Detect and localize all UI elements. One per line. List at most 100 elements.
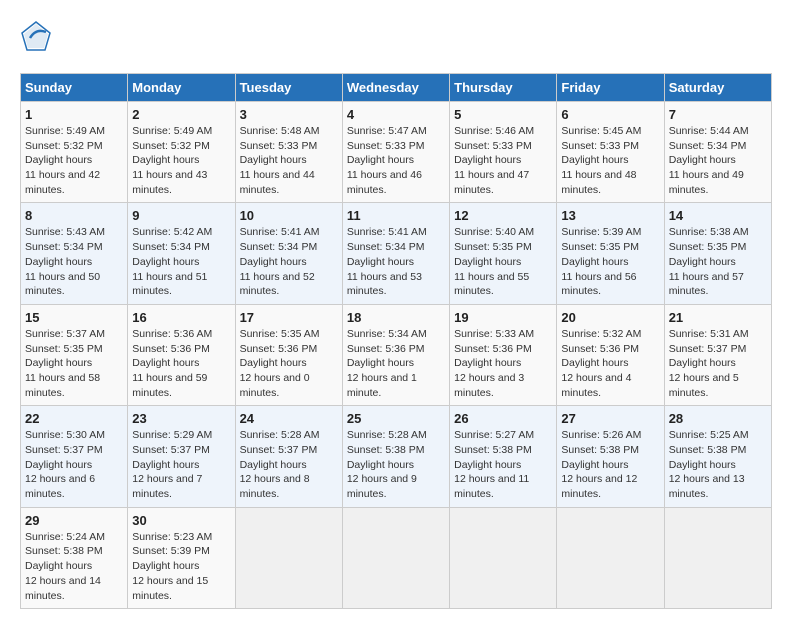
logo-icon [20,20,52,52]
day-number: 27 [561,411,659,426]
calendar-cell [235,507,342,608]
day-info: Sunrise: 5:45 AMSunset: 5:33 PMDaylight … [561,124,659,197]
day-info: Sunrise: 5:37 AMSunset: 5:35 PMDaylight … [25,327,123,400]
day-number: 13 [561,208,659,223]
calendar-cell [557,507,664,608]
day-info: Sunrise: 5:24 AMSunset: 5:38 PMDaylight … [25,530,123,603]
day-number: 23 [132,411,230,426]
day-info: Sunrise: 5:34 AMSunset: 5:36 PMDaylight … [347,327,445,400]
day-number: 4 [347,107,445,122]
calendar-cell: 29 Sunrise: 5:24 AMSunset: 5:38 PMDayligh… [21,507,128,608]
day-info: Sunrise: 5:28 AMSunset: 5:38 PMDaylight … [347,428,445,501]
day-info: Sunrise: 5:35 AMSunset: 5:36 PMDaylight … [240,327,338,400]
calendar-cell: 20 Sunrise: 5:32 AMSunset: 5:36 PMDayligh… [557,304,664,405]
day-info: Sunrise: 5:31 AMSunset: 5:37 PMDaylight … [669,327,767,400]
day-number: 3 [240,107,338,122]
day-info: Sunrise: 5:23 AMSunset: 5:39 PMDaylight … [132,530,230,603]
calendar-cell: 1Sunrise: 5:49 AMSunset: 5:32 PMDaylight… [21,102,128,203]
calendar-cell: 17 Sunrise: 5:35 AMSunset: 5:36 PMDayligh… [235,304,342,405]
day-number: 18 [347,310,445,325]
calendar-cell [342,507,449,608]
day-info: Sunrise: 5:25 AMSunset: 5:38 PMDaylight … [669,428,767,501]
calendar-cell: 28 Sunrise: 5:25 AMSunset: 5:38 PMDayligh… [664,406,771,507]
calendar-table: SundayMondayTuesdayWednesdayThursdayFrid… [20,73,772,609]
day-number: 14 [669,208,767,223]
day-number: 28 [669,411,767,426]
calendar-week-row: 15 Sunrise: 5:37 AMSunset: 5:35 PMDayligh… [21,304,772,405]
day-info: Sunrise: 5:49 AMSunset: 5:32 PMDaylight … [132,124,230,197]
day-number: 19 [454,310,552,325]
day-number: 17 [240,310,338,325]
calendar-cell: 27 Sunrise: 5:26 AMSunset: 5:38 PMDayligh… [557,406,664,507]
day-info: Sunrise: 5:43 AMSunset: 5:34 PMDaylight … [25,225,123,298]
day-number: 12 [454,208,552,223]
page-header [20,20,772,57]
day-number: 11 [347,208,445,223]
day-number: 2 [132,107,230,122]
calendar-cell [450,507,557,608]
day-info: Sunrise: 5:36 AMSunset: 5:36 PMDaylight … [132,327,230,400]
calendar-cell: 19 Sunrise: 5:33 AMSunset: 5:36 PMDayligh… [450,304,557,405]
logo [20,20,56,57]
day-info: Sunrise: 5:46 AMSunset: 5:33 PMDaylight … [454,124,552,197]
day-info: Sunrise: 5:41 AMSunset: 5:34 PMDaylight … [240,225,338,298]
day-info: Sunrise: 5:32 AMSunset: 5:36 PMDaylight … [561,327,659,400]
day-number: 16 [132,310,230,325]
calendar-cell: 15 Sunrise: 5:37 AMSunset: 5:35 PMDayligh… [21,304,128,405]
day-number: 26 [454,411,552,426]
day-number: 25 [347,411,445,426]
calendar-cell: 18 Sunrise: 5:34 AMSunset: 5:36 PMDayligh… [342,304,449,405]
day-info: Sunrise: 5:40 AMSunset: 5:35 PMDaylight … [454,225,552,298]
day-number: 24 [240,411,338,426]
day-number: 10 [240,208,338,223]
calendar-header-row: SundayMondayTuesdayWednesdayThursdayFrid… [21,74,772,102]
day-number: 20 [561,310,659,325]
day-number: 9 [132,208,230,223]
day-info: Sunrise: 5:27 AMSunset: 5:38 PMDaylight … [454,428,552,501]
day-info: Sunrise: 5:44 AMSunset: 5:34 PMDaylight … [669,124,767,197]
calendar-cell: 14 Sunrise: 5:38 AMSunset: 5:35 PMDayligh… [664,203,771,304]
day-number: 29 [25,513,123,528]
calendar-cell: 22 Sunrise: 5:30 AMSunset: 5:37 PMDayligh… [21,406,128,507]
day-number: 7 [669,107,767,122]
day-info: Sunrise: 5:41 AMSunset: 5:34 PMDaylight … [347,225,445,298]
calendar-cell: 5 Sunrise: 5:46 AMSunset: 5:33 PMDaylight… [450,102,557,203]
calendar-cell: 9 Sunrise: 5:42 AMSunset: 5:34 PMDaylight… [128,203,235,304]
calendar-week-row: 1 Sunrise: 5:49 AMSunset: 5:32 PMDaylight… [21,102,772,203]
col-header-sunday: Sunday [21,74,128,102]
day-number: 6 [561,107,659,122]
day-number: 22 [25,411,123,426]
calendar-cell: 26 Sunrise: 5:27 AMSunset: 5:38 PMDayligh… [450,406,557,507]
day-info: Sunrise: 5:39 AMSunset: 5:35 PMDaylight … [561,225,659,298]
calendar-cell: 21 Sunrise: 5:31 AMSunset: 5:37 PMDayligh… [664,304,771,405]
col-header-tuesday: Tuesday [235,74,342,102]
col-header-wednesday: Wednesday [342,74,449,102]
calendar-week-row: 22 Sunrise: 5:30 AMSunset: 5:37 PMDayligh… [21,406,772,507]
day-number: 1 [25,107,123,122]
day-info: Sunrise: 5:33 AMSunset: 5:36 PMDaylight … [454,327,552,400]
calendar-cell: 10 Sunrise: 5:41 AMSunset: 5:34 PMDayligh… [235,203,342,304]
calendar-cell: 3Sunrise: 5:48 AMSunset: 5:33 PMDaylight… [235,102,342,203]
calendar-week-row: 29 Sunrise: 5:24 AMSunset: 5:38 PMDayligh… [21,507,772,608]
calendar-cell: 16 Sunrise: 5:36 AMSunset: 5:36 PMDayligh… [128,304,235,405]
calendar-week-row: 8Sunrise: 5:43 AMSunset: 5:34 PMDaylight… [21,203,772,304]
col-header-thursday: Thursday [450,74,557,102]
col-header-saturday: Saturday [664,74,771,102]
day-info: Sunrise: 5:30 AMSunset: 5:37 PMDaylight … [25,428,123,501]
calendar-cell: 24Sunrise: 5:28 AMSunset: 5:37 PMDayligh… [235,406,342,507]
calendar-cell: 12 Sunrise: 5:40 AMSunset: 5:35 PMDayligh… [450,203,557,304]
calendar-cell: 6 Sunrise: 5:45 AMSunset: 5:33 PMDaylight… [557,102,664,203]
day-number: 15 [25,310,123,325]
day-info: Sunrise: 5:42 AMSunset: 5:34 PMDaylight … [132,225,230,298]
calendar-cell: 25 Sunrise: 5:28 AMSunset: 5:38 PMDayligh… [342,406,449,507]
calendar-cell: 23Sunrise: 5:29 AMSunset: 5:37 PMDayligh… [128,406,235,507]
day-info: Sunrise: 5:38 AMSunset: 5:35 PMDaylight … [669,225,767,298]
day-number: 5 [454,107,552,122]
day-info: Sunrise: 5:26 AMSunset: 5:38 PMDaylight … [561,428,659,501]
day-info: Sunrise: 5:47 AMSunset: 5:33 PMDaylight … [347,124,445,197]
day-number: 30 [132,513,230,528]
day-number: 21 [669,310,767,325]
calendar-cell: 8Sunrise: 5:43 AMSunset: 5:34 PMDaylight… [21,203,128,304]
calendar-cell: 4 Sunrise: 5:47 AMSunset: 5:33 PMDaylight… [342,102,449,203]
col-header-monday: Monday [128,74,235,102]
